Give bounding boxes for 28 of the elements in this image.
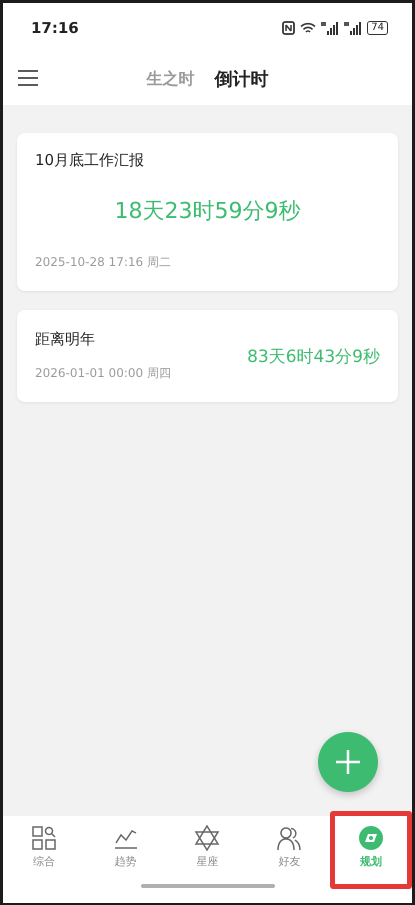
countdown-remaining: 83天6时43分9秒 — [247, 346, 380, 368]
nav-tab[interactable]: 好友 — [248, 811, 330, 889]
menu-icon — [17, 69, 39, 87]
grid-icon — [30, 825, 57, 851]
hexagram-icon — [194, 825, 220, 851]
plus-icon — [335, 749, 361, 775]
countdown-remaining: 18天23时59分9秒 — [114, 198, 302, 226]
countdown-title: 10月底工作汇报 — [35, 151, 146, 170]
nav-tab[interactable]: 星座 — [166, 811, 248, 889]
nav-tab[interactable]: 综合 — [3, 811, 85, 889]
countdown-card[interactable]: 10月底工作汇报 18天23时59分9秒 2025-10-28 17:16 周二 — [17, 133, 398, 291]
header-tab[interactable]: 生之时 — [146, 68, 194, 90]
header-tab[interactable]: 倒计时 — [214, 67, 268, 91]
nav-tab[interactable]: 趋势 — [84, 811, 167, 889]
people-icon — [276, 825, 302, 851]
wifi-icon — [300, 22, 316, 34]
countdown-card[interactable]: 距离明年 2026-01-01 00:00 周四 83天6时43分9秒 — [17, 310, 398, 402]
signal-icon — [321, 22, 340, 34]
signal-icon — [344, 22, 362, 34]
status-time: 17:16 — [31, 19, 79, 37]
nav-tab[interactable]: 规划 — [330, 811, 412, 889]
compass-icon — [358, 825, 384, 851]
countdown-title: 距离明年 — [35, 330, 96, 349]
menu-button[interactable] — [17, 69, 41, 89]
countdown-date: 2025-10-28 17:16 周二 — [35, 254, 172, 271]
nfc-icon — [282, 21, 296, 35]
battery-indicator: 74 — [367, 21, 388, 35]
countdown-date: 2026-01-01 00:00 周四 — [35, 365, 171, 382]
